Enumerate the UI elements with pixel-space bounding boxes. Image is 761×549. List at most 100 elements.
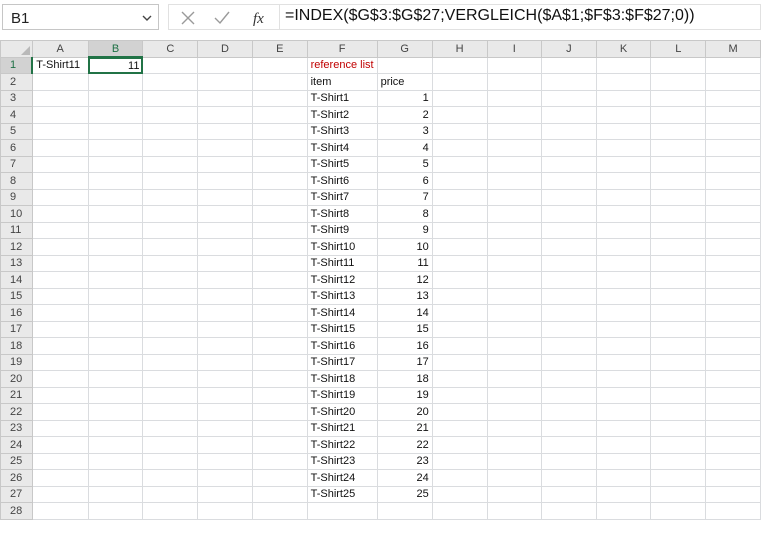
cell-l18[interactable] [650, 337, 707, 355]
cell-m25[interactable] [705, 452, 761, 470]
cell-e17[interactable] [251, 320, 308, 338]
cell-c15[interactable] [142, 287, 199, 305]
cell-m21[interactable] [705, 386, 761, 404]
formula-input[interactable]: =INDEX($G$3:$G$27;VERGLEICH($A$1;$F$3:$F… [280, 4, 761, 30]
cell-e20[interactable] [251, 370, 308, 388]
cell-f13[interactable]: T-Shirt11 [306, 254, 378, 272]
cell-m2[interactable] [705, 73, 761, 91]
cell-e12[interactable] [251, 238, 308, 256]
cell-b9[interactable] [87, 188, 144, 206]
cell-h17[interactable] [431, 320, 488, 338]
cell-i25[interactable] [486, 452, 543, 470]
cell-b17[interactable] [87, 320, 144, 338]
cell-e10[interactable] [251, 205, 308, 223]
cell-f15[interactable]: T-Shirt13 [306, 287, 378, 305]
cell-i16[interactable] [486, 304, 543, 322]
cell-l25[interactable] [650, 452, 707, 470]
cell-g2[interactable]: price [376, 73, 433, 91]
cell-a15[interactable] [31, 287, 89, 305]
cell-g1[interactable] [376, 56, 433, 74]
cell-b25[interactable] [87, 452, 144, 470]
row-header-9[interactable]: 9 [0, 188, 33, 206]
cell-j22[interactable] [541, 403, 597, 421]
cell-f12[interactable]: T-Shirt10 [306, 238, 378, 256]
cell-e19[interactable] [251, 353, 308, 371]
cell-k20[interactable] [595, 370, 652, 388]
cell-c11[interactable] [142, 221, 199, 239]
cell-h8[interactable] [431, 172, 488, 190]
cell-h7[interactable] [431, 155, 488, 173]
cell-f23[interactable]: T-Shirt21 [306, 419, 378, 437]
cell-k13[interactable] [595, 254, 652, 272]
cell-e21[interactable] [251, 386, 308, 404]
cell-h6[interactable] [431, 139, 488, 157]
column-header-m[interactable]: M [705, 40, 761, 58]
cell-a26[interactable] [31, 469, 89, 487]
cell-k16[interactable] [595, 304, 652, 322]
cell-i24[interactable] [486, 436, 543, 454]
cell-g4[interactable]: 2 [376, 106, 433, 124]
cell-a8[interactable] [31, 172, 89, 190]
cell-i9[interactable] [486, 188, 543, 206]
cell-e23[interactable] [251, 419, 308, 437]
cell-m16[interactable] [705, 304, 761, 322]
cell-e14[interactable] [251, 271, 308, 289]
cell-e27[interactable] [251, 485, 308, 503]
column-header-e[interactable]: E [251, 40, 308, 58]
row-header-19[interactable]: 19 [0, 353, 33, 371]
cell-h9[interactable] [431, 188, 488, 206]
cell-g13[interactable]: 11 [376, 254, 433, 272]
cell-k3[interactable] [595, 89, 652, 107]
cell-k17[interactable] [595, 320, 652, 338]
cell-b3[interactable] [87, 89, 144, 107]
column-header-c[interactable]: C [142, 40, 199, 58]
cell-b27[interactable] [87, 485, 144, 503]
cell-c8[interactable] [142, 172, 199, 190]
cell-c28[interactable] [142, 502, 199, 520]
cell-h15[interactable] [431, 287, 488, 305]
cell-e2[interactable] [251, 73, 308, 91]
cell-j7[interactable] [541, 155, 597, 173]
row-header-10[interactable]: 10 [0, 205, 33, 223]
cell-l11[interactable] [650, 221, 707, 239]
row-header-22[interactable]: 22 [0, 403, 33, 421]
row-header-21[interactable]: 21 [0, 386, 33, 404]
cell-k19[interactable] [595, 353, 652, 371]
cell-j3[interactable] [541, 89, 597, 107]
row-header-18[interactable]: 18 [0, 337, 33, 355]
cell-g20[interactable]: 18 [376, 370, 433, 388]
cell-f20[interactable]: T-Shirt18 [306, 370, 378, 388]
row-header-17[interactable]: 17 [0, 320, 33, 338]
cell-c27[interactable] [142, 485, 199, 503]
cell-k26[interactable] [595, 469, 652, 487]
cell-g27[interactable]: 25 [376, 485, 433, 503]
cell-d18[interactable] [197, 337, 253, 355]
cell-j16[interactable] [541, 304, 597, 322]
cell-l15[interactable] [650, 287, 707, 305]
cell-b4[interactable] [87, 106, 144, 124]
row-header-24[interactable]: 24 [0, 436, 33, 454]
row-header-25[interactable]: 25 [0, 452, 33, 470]
row-header-2[interactable]: 2 [0, 73, 33, 91]
cell-b23[interactable] [87, 419, 144, 437]
cell-i4[interactable] [486, 106, 543, 124]
cell-l26[interactable] [650, 469, 707, 487]
cell-h19[interactable] [431, 353, 488, 371]
cell-h4[interactable] [431, 106, 488, 124]
cell-g9[interactable]: 7 [376, 188, 433, 206]
cell-c10[interactable] [142, 205, 199, 223]
cell-l27[interactable] [650, 485, 707, 503]
row-header-3[interactable]: 3 [0, 89, 33, 107]
cell-m20[interactable] [705, 370, 761, 388]
check-icon[interactable] [213, 9, 231, 27]
cell-h11[interactable] [431, 221, 488, 239]
cell-k21[interactable] [595, 386, 652, 404]
cell-i27[interactable] [486, 485, 543, 503]
cell-i18[interactable] [486, 337, 543, 355]
cell-b11[interactable] [87, 221, 144, 239]
name-box[interactable]: B1 [2, 4, 159, 30]
cell-m13[interactable] [705, 254, 761, 272]
column-header-a[interactable]: A [31, 40, 89, 58]
cell-f7[interactable]: T-Shirt5 [306, 155, 378, 173]
cell-k8[interactable] [595, 172, 652, 190]
